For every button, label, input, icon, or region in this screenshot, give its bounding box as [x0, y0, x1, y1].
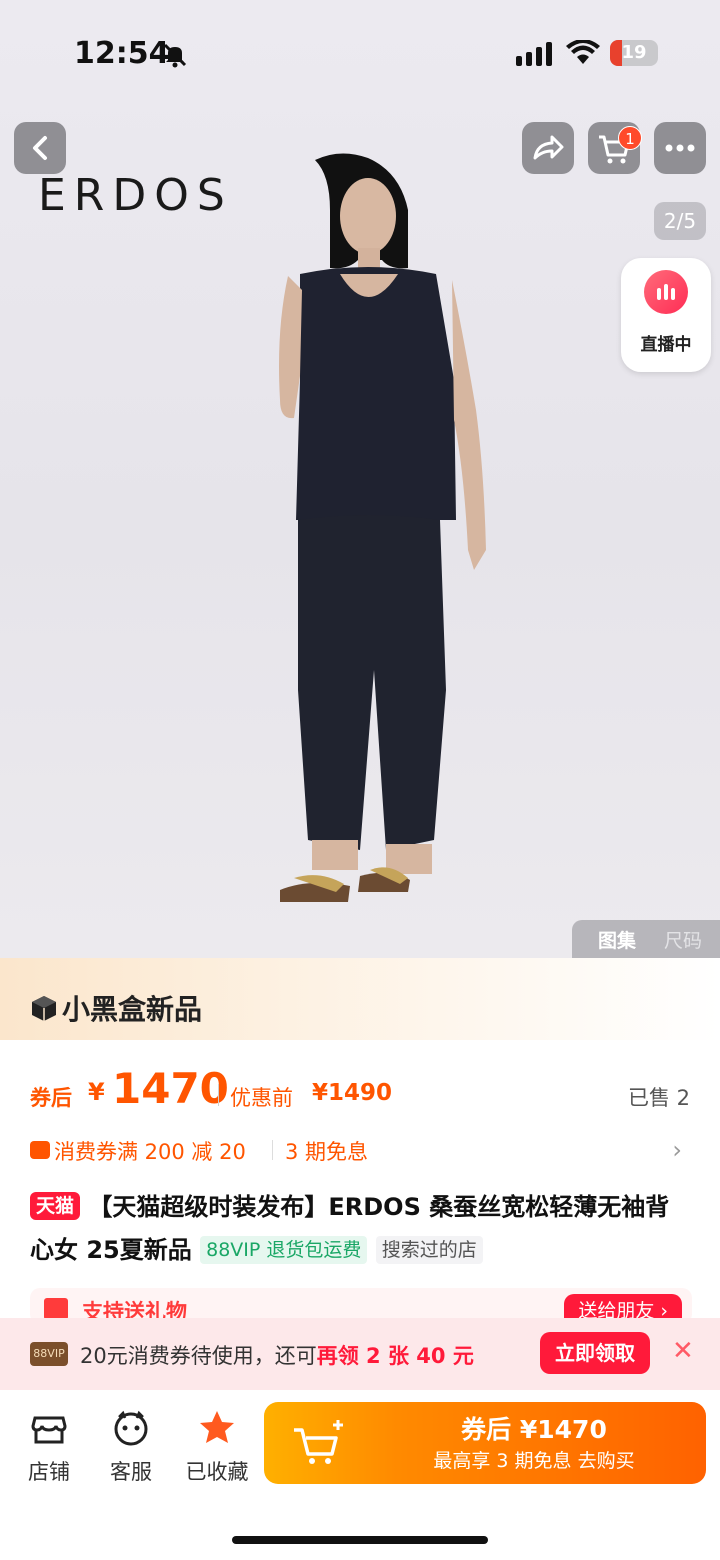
live-label: 直播中: [640, 335, 692, 355]
vip-badge: 88VIP: [30, 1342, 68, 1366]
searched-shop-tag: 搜索过的店: [375, 1236, 483, 1264]
share-button[interactable]: [522, 122, 574, 174]
tab-size[interactable]: 尺码: [664, 926, 702, 953]
more-dots-icon: [665, 144, 695, 152]
signal-icon: [516, 42, 552, 66]
coupon-divider: [272, 1140, 273, 1160]
coupon-banner: 88VIP 20元消费券待使用，还可再领 2 张 40 元 立即领取 ✕: [0, 1318, 720, 1390]
back-button[interactable]: [14, 122, 66, 174]
live-icon: [644, 270, 688, 314]
buy-now-button[interactable]: 券后 ¥1470 最高享 3 期免息 去购买: [264, 1402, 706, 1484]
after-coupon-label: 券后: [30, 1086, 72, 1110]
service-label: 客服: [110, 1460, 152, 1484]
product-image-gallery[interactable]: 12:54 19 1 ERDOS 2/5 直播中 图集 尺码: [0, 0, 720, 958]
brand-logo: ERDOS: [38, 170, 233, 221]
coupon-banner-highlight: 再领 2 张 40 元: [316, 1344, 474, 1368]
shop-label: 店铺: [28, 1460, 70, 1484]
buy-price: 券后 ¥1470: [461, 1415, 607, 1444]
wifi-icon: [566, 40, 600, 64]
black-box-icon: [32, 996, 56, 1021]
gift-icon: [44, 1298, 68, 1320]
currency-symbol: ¥: [88, 1078, 105, 1106]
chevron-right-icon: ›: [672, 1136, 682, 1164]
home-indicator: [232, 1536, 488, 1544]
more-button[interactable]: [654, 122, 706, 174]
chevron-left-icon: [33, 136, 47, 160]
before-discount-price: ¥1490: [312, 1080, 393, 1106]
star-icon: [200, 1411, 234, 1443]
image-counter: 2/5: [654, 202, 706, 240]
buy-subtitle: 最高享 3 期免息 去购买: [433, 1450, 635, 1472]
bottom-action-bar: 店铺 客服 已收藏 券后 ¥1470 最高享 3 期免息 去购买: [0, 1390, 720, 1560]
customer-service-button[interactable]: 客服: [96, 1408, 166, 1486]
product-model-photo: [279, 153, 486, 902]
add-to-cart-icon[interactable]: [288, 1416, 348, 1470]
before-discount-label: 优惠前: [230, 1086, 293, 1110]
promo-title: 小黑盒新品: [62, 993, 203, 1026]
chat-icon: [114, 1410, 148, 1446]
tmall-badge: 天猫: [30, 1192, 81, 1220]
close-icon[interactable]: ✕: [672, 1336, 694, 1366]
installment-text: 3 期免息: [285, 1140, 369, 1164]
shop-button[interactable]: 店铺: [14, 1408, 84, 1486]
shop-icon: [31, 1416, 67, 1444]
cart-count-badge: 1: [618, 126, 642, 150]
mute-bell-icon: [163, 43, 187, 68]
price-divider: [218, 1084, 219, 1106]
coupon-text: 消费券满 200 减 20: [54, 1140, 246, 1164]
after-coupon-price: 1470: [112, 1064, 229, 1113]
product-title: 天猫 【天猫超级时装发布】ERDOS 桑蚕丝宽松轻薄无袖背心女 25夏新品 88…: [30, 1186, 692, 1272]
tab-gallery[interactable]: 图集: [598, 926, 636, 953]
battery-icon: 19: [610, 40, 658, 66]
favorite-label: 已收藏: [185, 1460, 249, 1484]
price-row: 券后 ¥ 1470 优惠前 ¥1490 已售 2: [30, 1064, 690, 1114]
gallery-tabs: 图集 尺码: [572, 920, 720, 958]
favorite-button[interactable]: 已收藏: [178, 1408, 256, 1486]
share-icon: [533, 135, 564, 160]
status-bar: 12:54 19: [0, 32, 720, 78]
live-stream-button[interactable]: 直播中: [621, 258, 711, 372]
vip-return-tag: 88VIP 退货包运费: [200, 1236, 368, 1264]
coupon-row[interactable]: 消费券满 200 减 20 3 期免息 ›: [30, 1134, 690, 1168]
claim-now-button[interactable]: 立即领取: [540, 1332, 650, 1374]
sold-count: 已售 2: [627, 1086, 690, 1110]
coupon-icon: [30, 1141, 50, 1159]
coupon-banner-text: 20元消费券待使用，还可再领 2 张 40 元: [80, 1344, 474, 1368]
clock: 12:54: [74, 36, 170, 71]
